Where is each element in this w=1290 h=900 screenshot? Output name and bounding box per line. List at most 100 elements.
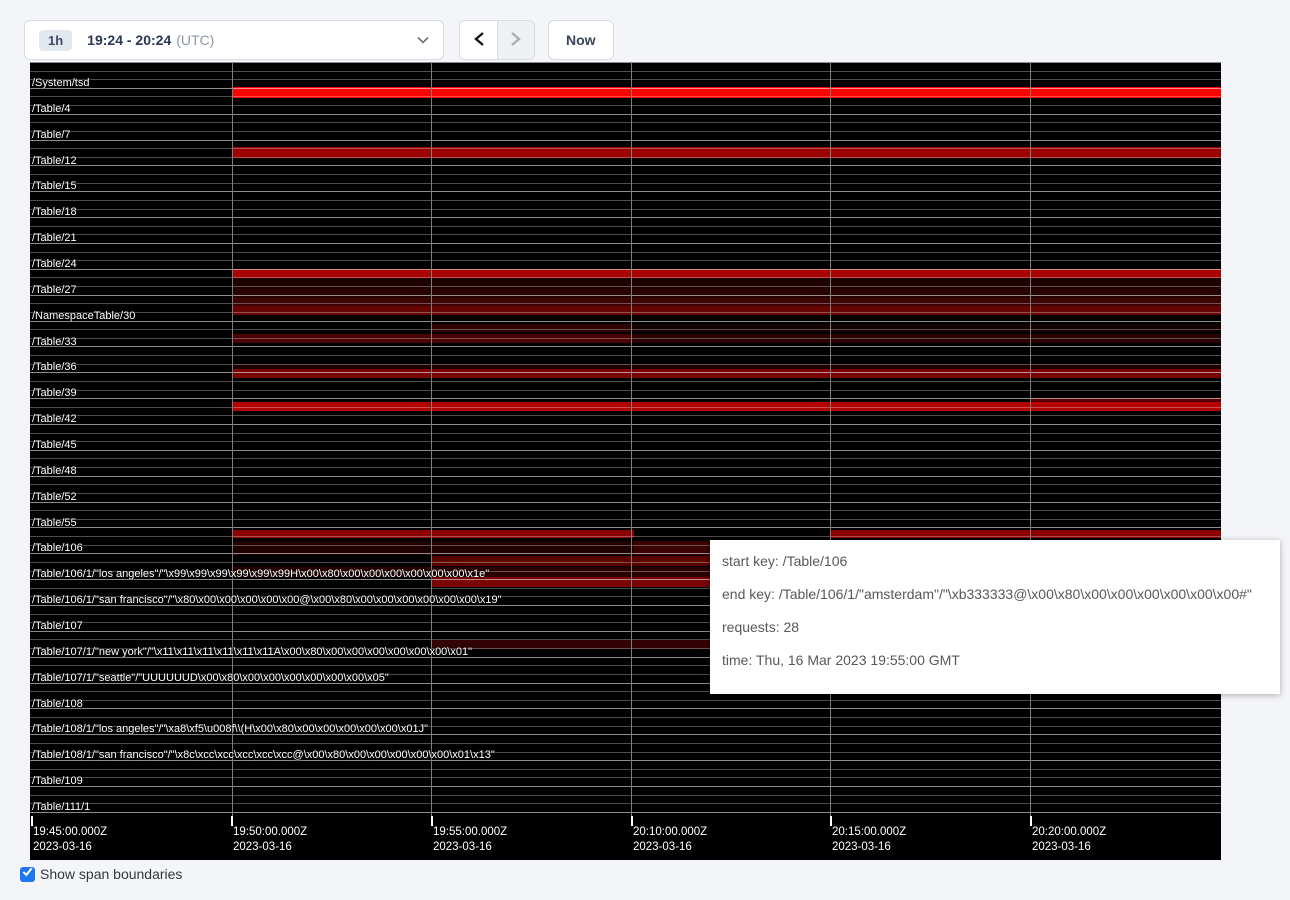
- span-boundary-line: [30, 812, 1221, 813]
- span-boundary-line: [30, 217, 1221, 218]
- span-boundary-line: [30, 226, 1221, 227]
- span-boundary-line: [30, 71, 1221, 72]
- chevron-down-icon: [417, 36, 429, 44]
- span-boundary-line: [30, 148, 1221, 149]
- row-label: /Table/106/1/"san francisco"/"\x80\x00\x…: [32, 594, 502, 606]
- heat-band: [431, 324, 631, 332]
- span-boundary-line: [30, 527, 1221, 528]
- tooltip-requests: requests: 28: [722, 617, 1268, 637]
- span-boundary-line: [30, 708, 1221, 709]
- span-boundary-line: [30, 338, 1221, 339]
- row-label: /Table/39: [32, 387, 77, 399]
- axis-time-label: 20:15:00.000Z2023-03-16: [832, 825, 906, 855]
- span-boundary-line: [30, 795, 1221, 796]
- heat-band: [232, 369, 1221, 378]
- span-boundary-line: [30, 329, 1221, 330]
- range-text: 19:24 - 20:24: [87, 32, 171, 48]
- span-boundary-line: [30, 717, 1221, 718]
- checkbox-label: Show span boundaries: [40, 866, 182, 882]
- span-boundary-line: [30, 450, 1221, 451]
- row-label: /Table/107/1/"new york"/"\x11\x11\x11\x1…: [32, 646, 472, 658]
- span-boundary-line: [30, 398, 1221, 399]
- row-label: /Table/12: [32, 155, 77, 167]
- span-boundary-line: [30, 114, 1221, 115]
- row-label: /Table/24: [32, 258, 77, 270]
- row-label: /System/tsd: [32, 77, 89, 89]
- axis-time-label: 20:20:00.000Z2023-03-16: [1032, 825, 1106, 855]
- time-gridline: [631, 62, 632, 826]
- span-boundary-line: [30, 200, 1221, 201]
- axis-time-label: 19:50:00.000Z2023-03-16: [233, 825, 307, 855]
- span-boundary-line: [30, 269, 1221, 270]
- span-boundary-line: [30, 209, 1221, 210]
- footer: Show span boundaries: [20, 866, 182, 882]
- tooltip-end-key: end key: /Table/106/1/"amsterdam"/"\xb33…: [722, 584, 1268, 604]
- checkmark-icon: [21, 865, 34, 883]
- span-boundary-line: [30, 364, 1221, 365]
- heat-band: [232, 288, 1221, 298]
- row-label: /Table/4: [32, 103, 71, 115]
- span-boundary-line: [30, 243, 1221, 244]
- row-label: /Table/106/1/"los angeles"/"\x99\x99\x99…: [32, 568, 489, 580]
- axis-time-label: 19:55:00.000Z2023-03-16: [433, 825, 507, 855]
- span-boundary-line: [30, 260, 1221, 261]
- span-boundary-line: [30, 165, 1221, 166]
- span-boundary-line: [30, 96, 1221, 97]
- span-boundary-line: [30, 381, 1221, 382]
- span-boundary-line: [30, 372, 1221, 373]
- heat-band: [232, 306, 1221, 315]
- time-gridline: [431, 62, 432, 826]
- axis-time-label: 20:10:00.000Z2023-03-16: [633, 825, 707, 855]
- span-boundary-line: [30, 536, 1221, 537]
- span-boundary-line: [30, 183, 1221, 184]
- span-boundary-line: [30, 519, 1221, 520]
- row-label: /Table/52: [32, 491, 77, 503]
- span-boundary-line: [30, 769, 1221, 770]
- span-boundary-line: [30, 390, 1221, 391]
- row-label: /Table/108/1/"san francisco"/"\x8c\xcc\x…: [32, 749, 495, 761]
- row-label: /Table/111/1: [32, 801, 90, 813]
- heatmap-canvas[interactable]: /System/tsd/Table/4/Table/7/Table/12/Tab…: [30, 62, 1221, 860]
- span-boundary-line: [30, 131, 1221, 132]
- span-boundary-line: [30, 502, 1221, 503]
- tooltip-start-key: start key: /Table/106: [722, 551, 1268, 571]
- span-boundary-line: [30, 122, 1221, 123]
- time-range-select[interactable]: 1h 19:24 - 20:24 (UTC): [24, 20, 444, 60]
- span-boundary-line: [30, 510, 1221, 511]
- row-label: /Table/108/1/"los angeles"/"\xa8\xf5\u00…: [32, 723, 428, 735]
- span-boundary-line: [30, 476, 1221, 477]
- span-boundary-line: [30, 157, 1221, 158]
- row-label: /Table/7: [32, 129, 71, 141]
- span-boundary-line: [30, 312, 1221, 313]
- span-boundary-line: [30, 62, 1221, 63]
- span-boundary-line: [30, 191, 1221, 192]
- now-button[interactable]: Now: [548, 20, 614, 60]
- toolbar: 1h 19:24 - 20:24 (UTC) Now: [24, 20, 614, 60]
- previous-range-button[interactable]: [460, 21, 497, 59]
- span-boundary-line: [30, 295, 1221, 296]
- time-gridline: [232, 62, 233, 826]
- row-label: /Table/108: [32, 698, 83, 710]
- row-label: /Table/42: [32, 413, 77, 425]
- heat-band: [631, 324, 1221, 332]
- row-label: /Table/27: [32, 284, 77, 296]
- chevron-right-icon: [510, 31, 522, 50]
- row-label: /Table/107/1/"seattle"/"UUUUUUD\x00\x80\…: [32, 672, 389, 684]
- row-label: /NamespaceTable/30: [32, 310, 135, 322]
- span-boundary-line: [30, 105, 1221, 106]
- span-boundary-line: [30, 88, 1221, 89]
- span-boundary-line: [30, 277, 1221, 278]
- row-label: /Table/36: [32, 361, 77, 373]
- next-range-button-disabled[interactable]: [497, 21, 534, 59]
- row-label: /Table/106: [32, 542, 83, 554]
- span-boundary-line: [30, 424, 1221, 425]
- span-boundary-line: [30, 777, 1221, 778]
- span-boundary-line: [30, 252, 1221, 253]
- span-boundary-line: [30, 441, 1221, 442]
- row-label: /Table/45: [32, 439, 77, 451]
- span-boundaries-checkbox[interactable]: [20, 867, 35, 882]
- span-boundary-line: [30, 415, 1221, 416]
- span-boundary-line: [30, 700, 1221, 701]
- span-boundary-line: [30, 786, 1221, 787]
- span-boundary-line: [30, 303, 1221, 304]
